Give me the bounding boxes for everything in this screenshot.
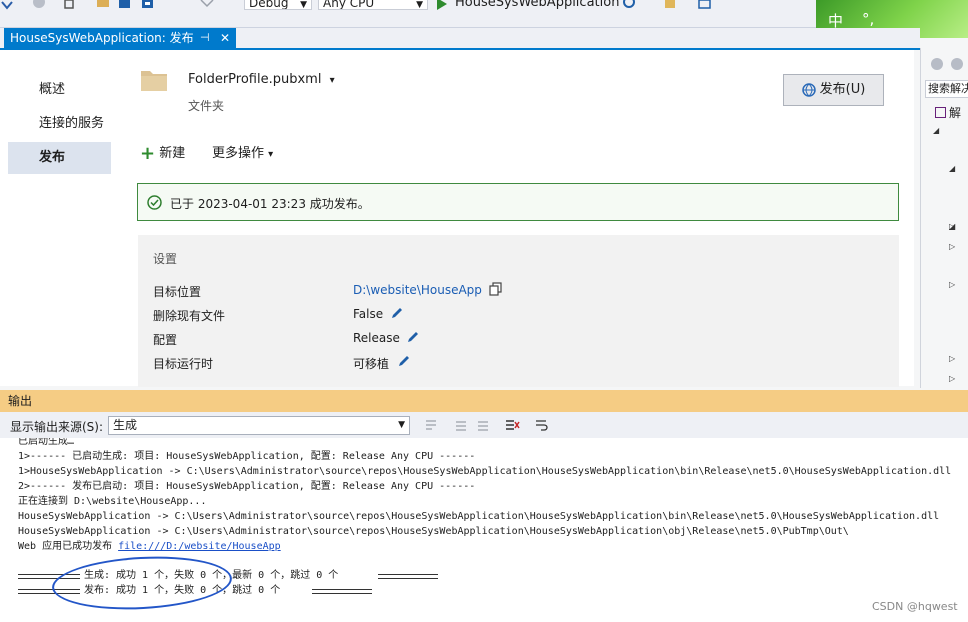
expand-arrow-icon[interactable]: ▷: [949, 222, 955, 231]
output-toolbar: 显示输出来源(S): 生成 ▼: [0, 412, 968, 438]
nav-connected-services[interactable]: 连接的服务: [8, 108, 111, 140]
solution-configuration-combo[interactable]: Debug ▼: [244, 0, 312, 10]
solution-icon: [935, 107, 946, 118]
profile-selector[interactable]: FolderProfile.pubxml ▾: [188, 72, 335, 87]
find-icon[interactable]: [664, 0, 678, 10]
globe-publish-icon: [801, 82, 816, 97]
setting-label-target-runtime: 目标运行时: [153, 357, 214, 371]
solution-root-item[interactable]: 解: [935, 104, 961, 121]
edit-pencil-icon[interactable]: [390, 306, 404, 320]
publish-button[interactable]: 发布(U): [783, 74, 884, 106]
setting-value-configuration: Release: [353, 331, 400, 345]
output-source-label: 显示输出来源(S):: [10, 420, 104, 434]
success-message: 已于 2023-04-01 23:23 成功发布。: [170, 197, 370, 211]
navigate-back-icon[interactable]: [0, 0, 14, 10]
output-line: 正在连接到 D:\website\HouseApp...: [18, 496, 207, 507]
word-wrap-icon[interactable]: [534, 418, 550, 432]
chevron-down-icon: ▼: [398, 420, 405, 430]
expand-arrow-icon[interactable]: ▷: [949, 374, 955, 383]
output-line: 1>------ 已启动生成: 项目: HouseSysWebApplicati…: [18, 451, 476, 462]
summary-rule: [378, 574, 438, 579]
new-profile-button[interactable]: + 新建: [140, 142, 185, 164]
navigate-forward-icon[interactable]: [32, 0, 46, 10]
expand-arrow-icon[interactable]: ◢: [949, 164, 955, 173]
publish-success-banner: 已于 2023-04-01 23:23 成功发布。: [137, 183, 899, 221]
output-window-title: 输出: [0, 390, 968, 412]
plus-icon: +: [140, 143, 156, 164]
save-icon[interactable]: [118, 0, 132, 10]
find-message-icon[interactable]: [423, 418, 439, 432]
close-icon[interactable]: ✕: [220, 28, 230, 48]
setting-label-delete-existing: 删除现有文件: [153, 309, 226, 323]
solution-platform-combo[interactable]: Any CPU ▼: [318, 0, 428, 10]
open-folder-icon[interactable]: [96, 0, 110, 10]
setting-value-target-runtime: 可移植: [353, 357, 390, 371]
output-line: 2>------ 发布已启动: 项目: HouseSysWebApplicati…: [18, 481, 476, 492]
output-source-select[interactable]: 生成 ▼: [108, 416, 410, 435]
output-line: 已启动生成…: [18, 438, 75, 447]
expand-arrow-icon[interactable]: ▷: [949, 242, 955, 251]
chevron-down-icon: ▼: [416, 0, 423, 10]
more-actions-menu[interactable]: 更多操作 ▾: [212, 142, 273, 161]
expand-arrow-icon[interactable]: ◢: [933, 126, 939, 135]
save-all-icon[interactable]: [141, 0, 155, 10]
folder-icon: [141, 71, 167, 91]
refresh-icon[interactable]: [622, 0, 636, 10]
setting-label-target-location: 目标位置: [153, 285, 202, 299]
settings-header: 设置: [153, 252, 178, 266]
solution-explorer-panel: 搜索解决方案资源管理器 解 ◢ ◢ ◢ ◢ ▷ ▷ ▷ ▷ ▷: [920, 48, 968, 388]
previous-message-icon[interactable]: [453, 418, 469, 432]
output-line: HouseSysWebApplication -> C:\Users\Admin…: [18, 511, 940, 522]
browse-icon[interactable]: [698, 0, 712, 10]
summary-rule: [312, 589, 372, 594]
expand-arrow-icon[interactable]: ▷: [949, 354, 955, 363]
start-debug-icon[interactable]: [437, 0, 447, 10]
ime-punctuation[interactable]: °,: [862, 10, 874, 28]
output-line: 1>HouseSysWebApplication -> C:\Users\Adm…: [18, 466, 952, 477]
publish-folder-link[interactable]: file:///D:/website/HouseApp: [118, 541, 281, 552]
edit-pencil-icon[interactable]: [406, 330, 420, 344]
solution-search-input[interactable]: 搜索解决方案资源管理器: [925, 80, 968, 98]
forward-icon[interactable]: [951, 58, 963, 70]
watermark: CSDN @hqwest: [872, 600, 958, 613]
output-line: Web 应用已成功发布 file:///D:/website/HouseApp: [18, 541, 281, 552]
output-line: HouseSysWebApplication -> C:\Users\Admin…: [18, 526, 849, 537]
edit-pencil-icon[interactable]: [397, 354, 411, 368]
startup-project-button[interactable]: HouseSysWebApplication: [455, 0, 619, 10]
pin-icon[interactable]: ⊣: [200, 28, 210, 48]
settings-panel: 设置: [138, 235, 899, 387]
chevron-down-icon: ▾: [329, 75, 335, 86]
profile-type: 文件夹: [188, 99, 225, 113]
next-message-icon[interactable]: [475, 418, 491, 432]
copy-icon[interactable]: [489, 282, 503, 296]
tab-title: HouseSysWebApplication: 发布: [10, 31, 194, 45]
expand-arrow-icon[interactable]: ▷: [949, 280, 955, 289]
setting-value-delete-existing: False: [353, 307, 384, 321]
chevron-down-icon: ▼: [300, 0, 307, 10]
document-tab-strip: HouseSysWebApplication: 发布 ⊣ ✕: [0, 28, 920, 48]
target-location-link[interactable]: D:\website\HouseApp: [353, 283, 482, 297]
check-circle-icon: [147, 195, 162, 210]
nav-overview[interactable]: 概述: [8, 74, 111, 106]
tab-publish[interactable]: HouseSysWebApplication: 发布 ⊣ ✕: [4, 28, 236, 48]
new-item-icon[interactable]: [63, 0, 77, 10]
clear-all-icon[interactable]: [504, 418, 520, 432]
setting-label-configuration: 配置: [153, 333, 178, 347]
nav-publish[interactable]: 发布: [8, 142, 111, 174]
back-icon[interactable]: [931, 58, 943, 70]
undo-icon[interactable]: [200, 0, 214, 10]
chevron-down-icon: ▾: [268, 149, 274, 160]
